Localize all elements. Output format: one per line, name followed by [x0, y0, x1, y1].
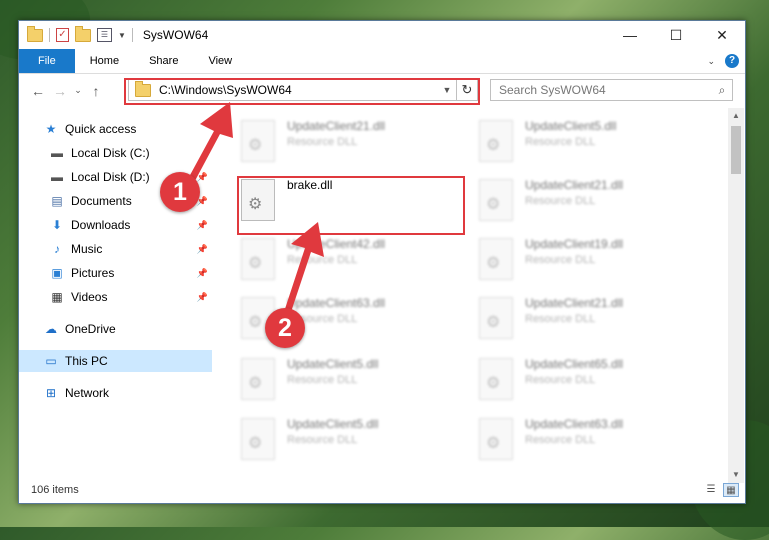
arrow-2 — [282, 222, 324, 321]
annotation-arrows — [183, 102, 324, 321]
step-2-badge: 2 — [265, 308, 305, 348]
step-1-badge: 1 — [160, 172, 200, 212]
